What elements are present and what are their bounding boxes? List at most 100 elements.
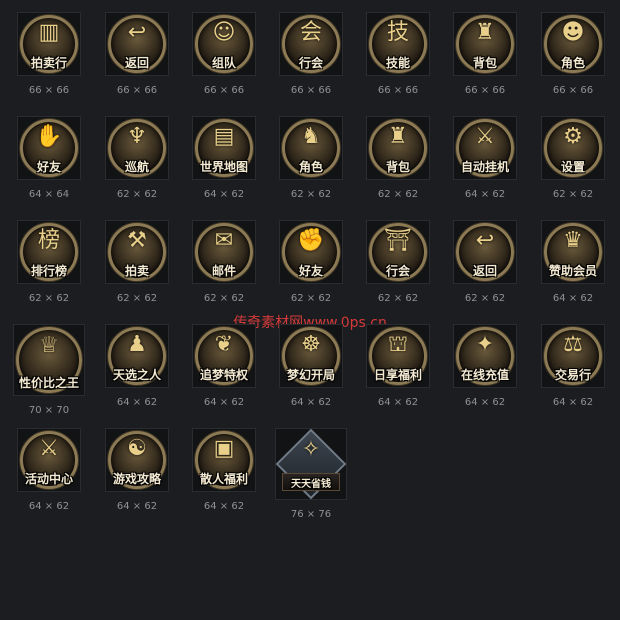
- icon-tile[interactable]: ☸ 梦幻开局 64 × 62: [266, 324, 356, 410]
- icon-tile[interactable]: ♛ 赞助会员 64 × 62: [528, 220, 618, 306]
- icon-frame[interactable]: ☸ 梦幻开局: [279, 324, 343, 388]
- icon-frame[interactable]: ▥ 拍卖行: [17, 12, 81, 76]
- icon-tile[interactable]: ♜ 背包 66 × 66: [440, 12, 530, 98]
- icon-frame[interactable]: ✊ 好友: [279, 220, 343, 284]
- icon-tile[interactable]: ⚒ 拍卖 62 × 62: [92, 220, 182, 306]
- icon-frame[interactable]: ↩ 返回: [453, 220, 517, 284]
- icon-label: 追梦特权: [199, 368, 248, 382]
- size-label: 66 × 66: [203, 85, 245, 96]
- icon-frame[interactable]: ✋ 好友: [17, 116, 81, 180]
- icon-tile[interactable]: ✦ 在线充值 64 × 62: [440, 324, 530, 410]
- icon-tile[interactable]: ♜ 背包 62 × 62: [353, 116, 443, 202]
- icon-label: 邮件: [211, 264, 236, 278]
- guild-hall-icon: ⛩: [384, 227, 412, 253]
- icon-frame[interactable]: ♞ 角色: [279, 116, 343, 180]
- icon-frame[interactable]: ♛ 赞助会员: [541, 220, 605, 284]
- icon-frame[interactable]: ⚔ 自动挂机: [453, 116, 517, 180]
- size-label: 64 × 62: [377, 397, 419, 408]
- icon-tile[interactable]: ♆ 巡航 62 × 62: [92, 116, 182, 202]
- icon-frame[interactable]: ▤ 世界地图: [192, 116, 256, 180]
- size-label: 70 × 70: [28, 405, 70, 416]
- icon-frame[interactable]: ✧ 天天省钱: [275, 428, 347, 500]
- size-label: 64 × 62: [203, 189, 245, 200]
- icon-frame[interactable]: 技技能: [366, 12, 430, 76]
- icon-tile[interactable]: ✧ 天天省钱 76 × 76: [266, 428, 356, 522]
- icon-tile[interactable]: ⚙ 设置 62 × 62: [528, 116, 618, 202]
- size-label: 64 × 62: [552, 397, 594, 408]
- size-label: 64 × 62: [290, 397, 332, 408]
- icon-label: 组队: [211, 56, 236, 70]
- icon-label: 梦幻开局: [286, 368, 335, 382]
- icon-frame[interactable]: ⚔ 活动中心: [17, 428, 81, 492]
- icon-tile[interactable]: ↩ 返回 62 × 62: [440, 220, 530, 306]
- icon-label: 背包: [472, 56, 497, 70]
- icon-tile[interactable]: ⚔ 活动中心 64 × 62: [4, 428, 94, 514]
- icon-tile[interactable]: ♕ 性价比之王 70 × 70: [4, 324, 94, 418]
- icon-frame[interactable]: ♆ 巡航: [105, 116, 169, 180]
- size-label: 66 × 66: [552, 85, 594, 96]
- icon-tile[interactable]: ☯ 游戏攻略 64 × 62: [92, 428, 182, 514]
- size-label: 64 × 62: [464, 397, 506, 408]
- icon-frame[interactable]: ❦ 追梦特权: [192, 324, 256, 388]
- size-label: 66 × 66: [464, 85, 506, 96]
- icon-tile[interactable]: 技技能 66 × 66: [353, 12, 443, 98]
- icon-frame[interactable]: ☯ 游戏攻略: [105, 428, 169, 492]
- icon-frame[interactable]: ♜ 背包: [453, 12, 517, 76]
- size-label: 66 × 66: [28, 85, 70, 96]
- size-label: 62 × 62: [116, 293, 158, 304]
- gear-icon: ⚙: [563, 123, 583, 149]
- guild-icon: 会: [299, 19, 322, 45]
- icon-frame[interactable]: ✦ 在线充值: [453, 324, 517, 388]
- icon-label: 在线充值: [460, 368, 509, 382]
- skill-icon: 技: [386, 19, 409, 45]
- icon-label: 赞助会员: [548, 264, 597, 278]
- icon-frame[interactable]: ✉ 邮件: [192, 220, 256, 284]
- icon-tile[interactable]: ♟ 天选之人 64 × 62: [92, 324, 182, 410]
- queen-portrait-icon: ♕: [39, 332, 59, 358]
- icon-tile[interactable]: 榜排行榜 62 × 62: [4, 220, 94, 306]
- icon-tile[interactable]: ▤ 世界地图 64 × 62: [179, 116, 269, 202]
- icon-frame[interactable]: ♜ 背包: [366, 116, 430, 180]
- auction-house-icon: ▥: [38, 19, 60, 45]
- chosen-one-icon: ♟: [127, 331, 147, 357]
- icon-label: 背包: [385, 160, 410, 174]
- icon-tile[interactable]: ✉ 邮件 62 × 62: [179, 220, 269, 306]
- size-label: 62 × 62: [290, 293, 332, 304]
- size-label: 64 × 62: [203, 397, 245, 408]
- icon-frame[interactable]: ☻ 角色: [541, 12, 605, 76]
- size-label: 62 × 62: [464, 293, 506, 304]
- icon-tile[interactable]: ▣ 散人福利 64 × 62: [179, 428, 269, 514]
- icon-tile[interactable]: ☻ 角色 66 × 66: [528, 12, 618, 98]
- icon-frame[interactable]: 会行会: [279, 12, 343, 76]
- icon-tile[interactable]: ⛩ 行会 62 × 62: [353, 220, 443, 306]
- icon-frame[interactable]: ⛫ 日享福利: [366, 324, 430, 388]
- icon-frame[interactable]: ♕ 性价比之王: [13, 324, 85, 396]
- icon-tile[interactable]: ⚖ 交易行 64 × 62: [528, 324, 618, 410]
- size-label: 64 × 62: [116, 397, 158, 408]
- team-icon: ☺: [212, 19, 236, 45]
- icon-frame[interactable]: ⚙ 设置: [541, 116, 605, 180]
- icon-tile[interactable]: ▥ 拍卖行 66 × 66: [4, 12, 94, 98]
- icon-frame[interactable]: ☺ 组队: [192, 12, 256, 76]
- icon-frame[interactable]: ⚒ 拍卖: [105, 220, 169, 284]
- icon-tile[interactable]: ♞ 角色 62 × 62: [266, 116, 356, 202]
- size-label: 62 × 62: [290, 189, 332, 200]
- icon-frame[interactable]: ⛩ 行会: [366, 220, 430, 284]
- bag-icon: ♜: [475, 19, 495, 45]
- icon-frame[interactable]: ↩ 返回: [105, 12, 169, 76]
- icon-frame[interactable]: ♟ 天选之人: [105, 324, 169, 388]
- icon-tile[interactable]: ☺ 组队 66 × 66: [179, 12, 269, 98]
- icon-tile[interactable]: ↩ 返回 66 × 66: [92, 12, 182, 98]
- icon-tile[interactable]: ✋ 好友 64 × 64: [4, 116, 94, 202]
- icon-tile[interactable]: ⚔ 自动挂机 64 × 62: [440, 116, 530, 202]
- icon-frame[interactable]: ▣ 散人福利: [192, 428, 256, 492]
- icon-tile[interactable]: 会行会 66 × 66: [266, 12, 356, 98]
- size-label: 64 × 64: [28, 189, 70, 200]
- icon-tile[interactable]: ✊ 好友 62 × 62: [266, 220, 356, 306]
- icon-frame[interactable]: ⚖ 交易行: [541, 324, 605, 388]
- yin-yang-book-icon: ☯: [127, 435, 147, 461]
- icon-tile[interactable]: ⛫ 日享福利 64 × 62: [353, 324, 443, 410]
- icon-tile[interactable]: ❦ 追梦特权 64 × 62: [179, 324, 269, 410]
- icon-frame[interactable]: 榜排行榜: [17, 220, 81, 284]
- size-label: 64 × 62: [28, 501, 70, 512]
